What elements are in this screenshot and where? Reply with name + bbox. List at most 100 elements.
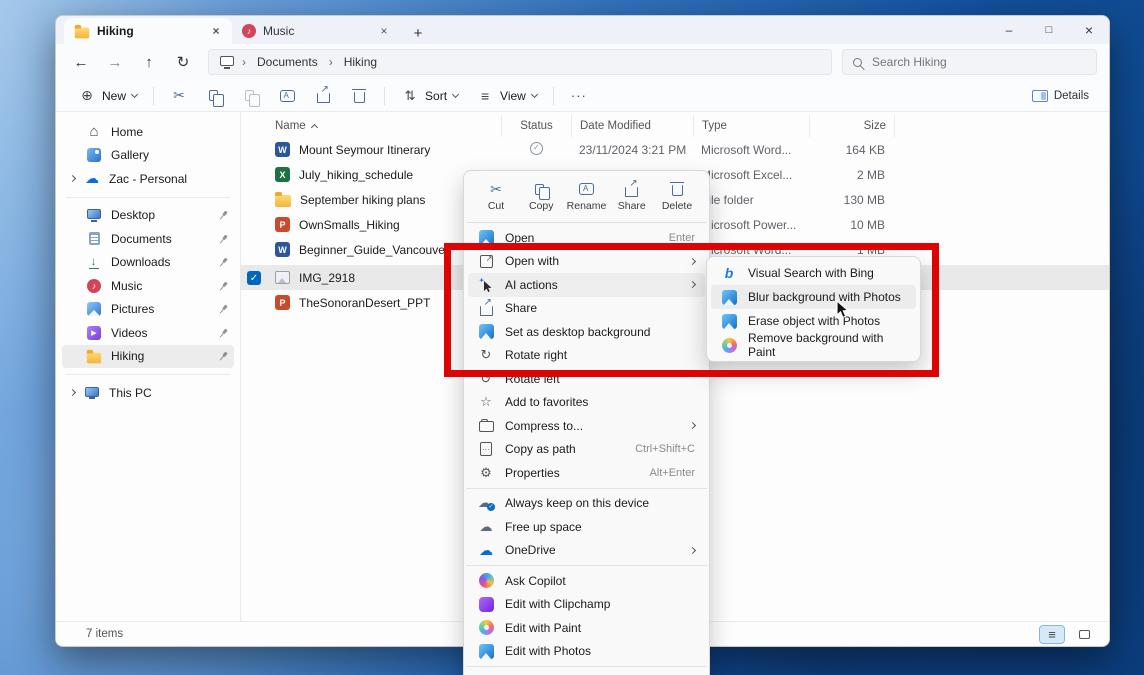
navigation-bar: ← → ↑ ↻ Documents Hiking bbox=[56, 44, 1109, 80]
sort-button[interactable]: Sort bbox=[393, 83, 466, 109]
address-bar[interactable]: Documents Hiking bbox=[208, 49, 832, 75]
sidebar-item-downloads[interactable]: Downloads bbox=[62, 251, 234, 275]
clipchamp-icon bbox=[479, 597, 494, 612]
menu-item-set-as-desktop-background[interactable]: Set as desktop background bbox=[468, 320, 705, 344]
menu-item-rotate-right[interactable]: Rotate right bbox=[468, 344, 705, 368]
details-view-button[interactable] bbox=[1039, 625, 1065, 644]
menu-item-compress-to[interactable]: Compress to... bbox=[468, 414, 705, 438]
more-options-button[interactable] bbox=[562, 83, 596, 109]
column-header-status[interactable]: Status bbox=[501, 115, 571, 137]
copy-quick-button[interactable]: Copy bbox=[519, 178, 563, 215]
file-name: TheSonoranDesert_PPT bbox=[299, 296, 430, 310]
sidebar-item-home[interactable]: Home bbox=[62, 120, 234, 144]
sidebar-item-hiking[interactable]: Hiking bbox=[62, 345, 234, 369]
file-name: Mount Seymour Itinerary bbox=[299, 143, 430, 157]
cut-quick-button[interactable]: Cut bbox=[474, 178, 518, 215]
submenu-item-visual-search-bing[interactable]: Visual Search with Bing bbox=[711, 261, 916, 285]
sidebar-item-desktop[interactable]: Desktop bbox=[62, 204, 234, 228]
menu-item-properties[interactable]: PropertiesAlt+Enter bbox=[468, 461, 705, 485]
sidebar-item-onedrive-personal[interactable]: Zac - Personal bbox=[62, 167, 234, 191]
menu-item-add-to-favorites[interactable]: Add to favorites bbox=[468, 391, 705, 415]
file-type: Microsoft Word... bbox=[693, 143, 809, 157]
chevron-right-icon[interactable] bbox=[69, 389, 76, 396]
powerpoint-file-icon bbox=[275, 217, 290, 232]
back-button[interactable]: ← bbox=[66, 48, 96, 76]
details-pane-button[interactable]: Details bbox=[1026, 90, 1095, 102]
cut-button[interactable] bbox=[162, 83, 196, 109]
paint-icon bbox=[722, 338, 737, 353]
breadcrumb-documents[interactable]: Documents bbox=[253, 54, 322, 70]
menu-item-onedrive[interactable]: OneDrive bbox=[468, 539, 705, 563]
rename-quick-button[interactable]: Rename bbox=[565, 178, 609, 215]
forward-button[interactable]: → bbox=[100, 48, 130, 76]
word-file-icon bbox=[275, 242, 290, 257]
submenu-item-blur-background-photos[interactable]: Blur background with Photos bbox=[711, 285, 916, 309]
sort-ascending-icon bbox=[311, 124, 318, 131]
tab-music[interactable]: Music bbox=[232, 18, 400, 44]
sidebar-item-music[interactable]: Music bbox=[62, 274, 234, 298]
view-button[interactable]: View bbox=[468, 83, 545, 109]
column-header-size[interactable]: Size bbox=[809, 115, 895, 137]
new-tab-button[interactable] bbox=[406, 22, 430, 44]
chevron-down-icon bbox=[452, 90, 459, 97]
menu-item-ask-copilot[interactable]: Ask Copilot bbox=[468, 569, 705, 593]
downloads-icon bbox=[87, 255, 101, 269]
file-row[interactable]: Mount Seymour Itinerary 23/11/2024 3:21 … bbox=[241, 137, 1109, 162]
delete-button[interactable] bbox=[342, 83, 376, 109]
column-header-date-modified[interactable]: Date Modified bbox=[571, 115, 693, 137]
sidebar-item-this-pc[interactable]: This PC bbox=[62, 381, 234, 405]
submenu-chevron-icon bbox=[689, 281, 696, 288]
maximize-button[interactable] bbox=[1029, 16, 1069, 44]
submenu-item-remove-background-paint[interactable]: Remove background with Paint bbox=[711, 333, 916, 357]
minimize-button[interactable] bbox=[989, 16, 1029, 44]
column-header-name[interactable]: Name bbox=[267, 115, 501, 137]
rename-button[interactable] bbox=[270, 83, 304, 109]
icons-view-button[interactable] bbox=[1071, 625, 1097, 644]
close-tab-icon[interactable] bbox=[208, 23, 224, 39]
copy-button[interactable] bbox=[198, 83, 232, 109]
new-button[interactable]: New bbox=[70, 83, 145, 109]
menu-item-edit-with-paint[interactable]: Edit with Paint bbox=[468, 616, 705, 640]
sidebar-item-gallery[interactable]: Gallery bbox=[62, 144, 234, 168]
share-quick-button[interactable]: Share bbox=[610, 178, 654, 215]
menu-item-show-more-options[interactable]: Show more options bbox=[468, 670, 705, 675]
search-icon bbox=[853, 58, 862, 67]
menu-item-ai-actions[interactable]: AI actions bbox=[468, 273, 705, 297]
file-name: OwnSmalls_Hiking bbox=[299, 218, 400, 232]
tab-hiking[interactable]: Hiking bbox=[64, 18, 232, 44]
column-header-type[interactable]: Type bbox=[693, 115, 809, 137]
menu-item-always-keep-on-device[interactable]: Always keep on this device bbox=[468, 492, 705, 516]
menu-item-free-up-space[interactable]: Free up space bbox=[468, 515, 705, 539]
delete-quick-button[interactable]: Delete bbox=[655, 178, 699, 215]
menu-item-edit-with-photos[interactable]: Edit with Photos bbox=[468, 640, 705, 664]
window-controls bbox=[989, 16, 1109, 44]
pin-icon bbox=[216, 232, 230, 246]
refresh-button[interactable]: ↻ bbox=[168, 48, 198, 76]
sidebar-item-videos[interactable]: Videos bbox=[62, 321, 234, 345]
icons-view-icon bbox=[1079, 630, 1090, 639]
sidebar-item-documents[interactable]: Documents bbox=[62, 227, 234, 251]
search-input[interactable] bbox=[870, 54, 1086, 70]
breadcrumb-hiking[interactable]: Hiking bbox=[340, 54, 381, 70]
divider bbox=[66, 374, 230, 375]
share-icon bbox=[317, 93, 330, 103]
close-button[interactable] bbox=[1069, 16, 1109, 44]
search-box[interactable] bbox=[842, 49, 1097, 75]
menu-item-open[interactable]: OpenEnter bbox=[468, 226, 705, 250]
paste-button[interactable] bbox=[234, 83, 268, 109]
menu-item-share[interactable]: Share bbox=[468, 297, 705, 321]
share-button[interactable] bbox=[306, 83, 340, 109]
chevron-right-icon[interactable] bbox=[69, 175, 76, 182]
menu-item-edit-with-clipchamp[interactable]: Edit with Clipchamp bbox=[468, 593, 705, 617]
divider bbox=[153, 87, 154, 105]
command-toolbar: New Sort View bbox=[56, 80, 1109, 112]
submenu-item-erase-object-photos[interactable]: Erase object with Photos bbox=[711, 309, 916, 333]
menu-item-rotate-left[interactable]: Rotate left bbox=[468, 367, 705, 391]
menu-item-copy-as-path[interactable]: Copy as pathCtrl+Shift+C bbox=[468, 438, 705, 462]
menu-item-open-with[interactable]: Open with bbox=[468, 250, 705, 274]
up-button[interactable]: ↑ bbox=[134, 48, 164, 76]
sidebar-item-pictures[interactable]: Pictures bbox=[62, 298, 234, 322]
pin-icon bbox=[216, 279, 230, 293]
close-tab-icon[interactable] bbox=[376, 23, 392, 39]
checkbox-checked-icon[interactable] bbox=[247, 271, 261, 285]
